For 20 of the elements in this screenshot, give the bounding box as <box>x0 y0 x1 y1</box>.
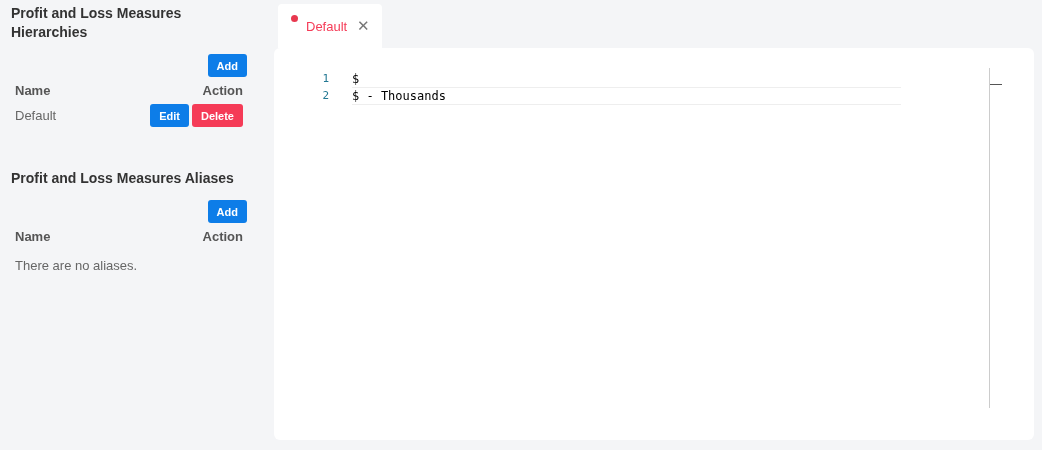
line-number: 2 <box>321 89 330 102</box>
close-icon[interactable]: ✕ <box>357 17 371 35</box>
empty-message: There are no aliases. <box>15 258 139 273</box>
add-button[interactable]: Add <box>207 200 247 223</box>
column-header: Name <box>15 229 51 244</box>
section-title: Profit and Loss Measures Hierarchies <box>11 4 183 42</box>
column-header: Action <box>202 83 243 98</box>
tab-label: Default <box>306 18 348 34</box>
edit-button[interactable]: Edit <box>150 104 189 127</box>
section-title: Profit and Loss Measures Aliases <box>11 169 235 188</box>
scroll-marker <box>990 84 1002 85</box>
code-line[interactable]: $ <box>352 69 901 88</box>
add-button[interactable]: Add <box>207 54 247 77</box>
column-header: Action <box>202 229 243 244</box>
editor-tab[interactable]: Default ✕ <box>278 4 383 48</box>
column-header: Name <box>15 83 51 98</box>
code-line[interactable]: $ - Thousands <box>352 86 901 105</box>
delete-button[interactable]: Delete <box>191 104 243 127</box>
table-cell: Default <box>15 108 57 123</box>
line-number: 1 <box>321 72 330 85</box>
